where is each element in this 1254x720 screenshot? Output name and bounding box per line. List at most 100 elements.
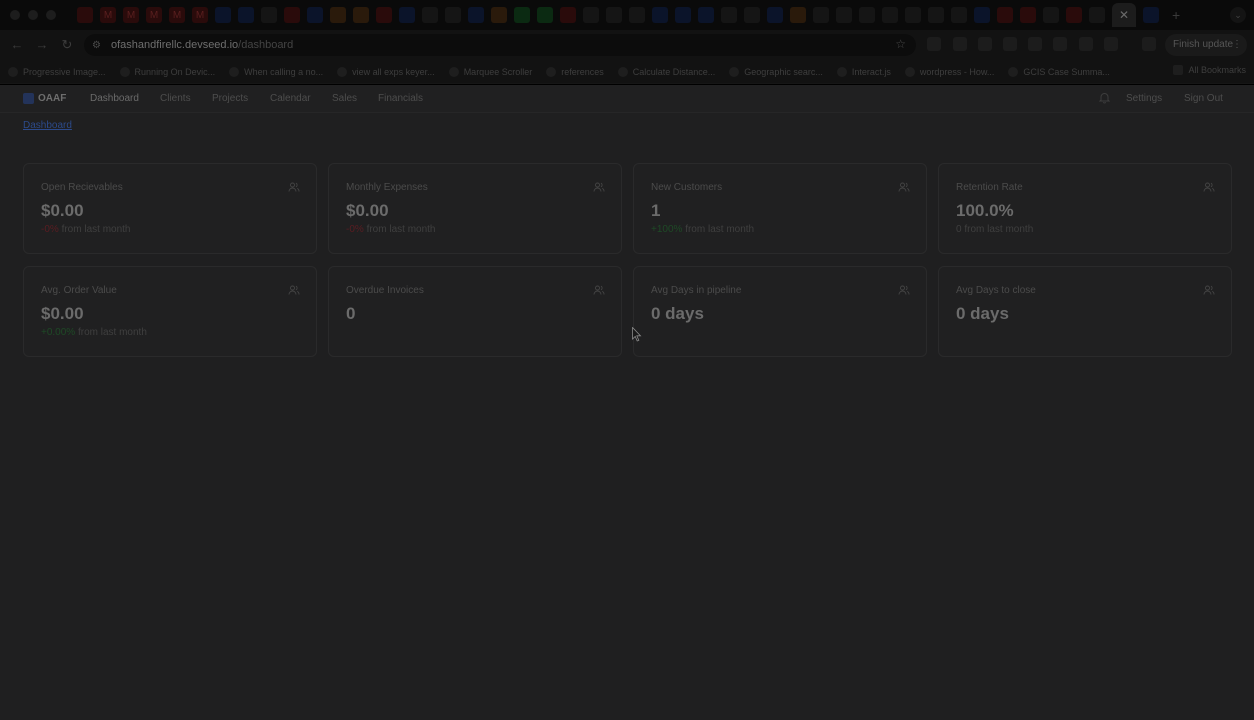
close-window-button[interactable] [10, 10, 20, 20]
tab-favicon-icon[interactable] [537, 7, 553, 23]
tab-favicon-icon[interactable] [307, 7, 323, 23]
minimize-window-button[interactable] [28, 10, 38, 20]
tab-favicon-icon[interactable] [330, 7, 346, 23]
extension-icon[interactable] [1053, 37, 1067, 51]
tab-favicon-icon[interactable] [905, 7, 921, 23]
bookmarks-bar: Progressive Image... Running On Devic...… [0, 60, 1254, 84]
active-tab-close-icon[interactable]: ✕ [1112, 3, 1136, 27]
tab-favicon-icon[interactable] [445, 7, 461, 23]
reload-icon[interactable]: ↻ [59, 37, 75, 53]
tab-favicon-icon[interactable] [1020, 7, 1036, 23]
profile-icon[interactable] [1142, 37, 1156, 51]
tab-favicon-icon[interactable] [767, 7, 783, 23]
address-bar[interactable]: ⚙ ofashandfirellc.devseed.io /dashboard … [84, 34, 916, 56]
tab-favicon-icon[interactable] [583, 7, 599, 23]
nav-financials[interactable]: Financials [378, 93, 423, 104]
github-tab-icon[interactable] [951, 7, 967, 23]
tab-favicon-icon[interactable] [215, 7, 231, 23]
extension-icon[interactable] [978, 37, 992, 51]
tab-favicon-icon[interactable] [928, 7, 944, 23]
tab-favicon-icon[interactable] [468, 7, 484, 23]
extension-icon[interactable] [1028, 37, 1042, 51]
card-delta-text: -0% from last month [41, 224, 131, 235]
github-tab-icon[interactable] [813, 7, 829, 23]
bookmark-item[interactable]: Calculate Distance... [617, 66, 715, 77]
settings-link[interactable]: Settings [1126, 93, 1162, 104]
gmail-tab-icon[interactable]: M [169, 7, 185, 23]
tab-favicon-icon[interactable] [652, 7, 668, 23]
tab-favicon-icon[interactable] [491, 7, 507, 23]
gmail-tab-icon[interactable]: M [146, 7, 162, 23]
stat-card-avg-days-pipeline: Avg Days in pipeline 0 days [633, 266, 927, 357]
tab-favicon-icon[interactable] [1066, 7, 1082, 23]
all-bookmarks-button[interactable]: All Bookmarks [1173, 65, 1246, 75]
more-menu-icon[interactable]: ⋮ [1232, 34, 1242, 56]
tab-favicon-icon[interactable] [399, 7, 415, 23]
tab-favicon-icon[interactable] [422, 7, 438, 23]
extensions-puzzle-icon[interactable] [1104, 37, 1118, 51]
bookmark-item[interactable]: wordpress - How... [904, 66, 994, 77]
tab-search-icon[interactable]: ⌄ [1230, 7, 1246, 23]
nav-calendar[interactable]: Calendar [270, 93, 311, 104]
bookmark-item[interactable]: Marquee Scroller [448, 66, 532, 77]
tab-favicon-icon[interactable] [1143, 7, 1159, 23]
tab-favicon-icon[interactable] [790, 7, 806, 23]
extension-icon[interactable] [1079, 37, 1093, 51]
brand-logo[interactable]: OAAF [23, 93, 66, 104]
back-icon[interactable]: ← [9, 37, 25, 53]
bookmark-item[interactable]: view all exps keyer... [337, 66, 435, 77]
forward-icon[interactable]: → [34, 37, 50, 53]
bookmark-item[interactable]: references [546, 66, 604, 77]
tab-favicon-icon[interactable] [974, 7, 990, 23]
tab-favicon-icon[interactable] [698, 7, 714, 23]
tab-favicon-icon[interactable] [284, 7, 300, 23]
tab-favicon-icon[interactable] [376, 7, 392, 23]
new-tab-icon[interactable]: + [1172, 7, 1180, 23]
tab-favicon-icon[interactable] [629, 7, 645, 23]
tab-favicon-icon[interactable] [606, 7, 622, 23]
tab-favicon-icon[interactable] [997, 7, 1013, 23]
bookmark-item[interactable]: Geographic searc... [729, 66, 823, 77]
bookmark-item[interactable]: GCIS Case Summa... [1008, 66, 1110, 77]
card-value: 100.0% [956, 201, 1014, 220]
finish-update-button[interactable]: Finish update ⋮ [1165, 34, 1247, 56]
tab-favicon-icon[interactable] [721, 7, 737, 23]
github-tab-icon[interactable] [859, 7, 875, 23]
tab-favicon-icon[interactable] [238, 7, 254, 23]
bookmark-item[interactable]: Interact.js [836, 66, 891, 77]
card-value: 0 days [651, 304, 704, 323]
bell-icon[interactable] [1099, 92, 1110, 104]
breadcrumb-dashboard[interactable]: Dashboard [23, 120, 72, 131]
tab-favicon-icon[interactable] [744, 7, 760, 23]
tab-favicon-icon[interactable] [675, 7, 691, 23]
bookmark-favicon-icon [546, 66, 557, 77]
nav-clients[interactable]: Clients [160, 93, 191, 104]
nav-dashboard[interactable]: Dashboard [90, 93, 139, 104]
sign-out-link[interactable]: Sign Out [1184, 93, 1223, 104]
tab-favicon-icon[interactable] [882, 7, 898, 23]
site-info-icon[interactable]: ⚙ [92, 40, 101, 51]
extension-icon[interactable] [1003, 37, 1017, 51]
extension-icon[interactable] [953, 37, 967, 51]
tab-favicon-icon[interactable] [560, 7, 576, 23]
star-icon[interactable]: ☆ [895, 37, 906, 51]
maximize-window-button[interactable] [46, 10, 56, 20]
extension-icon[interactable] [927, 37, 941, 51]
gmail-tab-icon[interactable]: M [123, 7, 139, 23]
bookmark-item[interactable]: When calling a no... [229, 66, 323, 77]
x-tab-icon[interactable] [1043, 7, 1059, 23]
tab-favicon-icon[interactable] [77, 7, 93, 23]
gmail-tab-icon[interactable]: M [100, 7, 116, 23]
tab-favicon-icon[interactable] [353, 7, 369, 23]
tab-favicon-icon[interactable] [514, 7, 530, 23]
bookmark-favicon-icon [337, 66, 348, 77]
nav-sales[interactable]: Sales [332, 93, 357, 104]
bookmark-item[interactable]: Progressive Image... [8, 66, 106, 77]
gmail-tab-icon[interactable]: M [192, 7, 208, 23]
bookmark-item[interactable]: Running On Devic... [119, 66, 215, 77]
nav-projects[interactable]: Projects [212, 93, 248, 104]
users-icon [1203, 285, 1215, 295]
tab-favicon-icon[interactable] [836, 7, 852, 23]
tab-favicon-icon[interactable] [261, 7, 277, 23]
github-tab-icon[interactable] [1089, 7, 1105, 23]
